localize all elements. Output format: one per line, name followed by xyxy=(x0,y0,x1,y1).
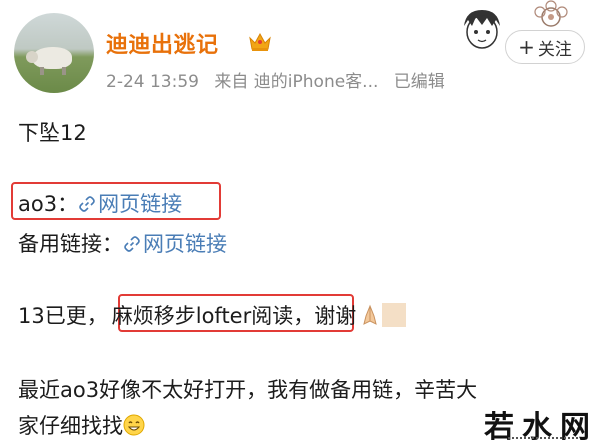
ao3-label: ao3： xyxy=(18,192,79,216)
smile-emoji xyxy=(123,414,145,436)
post-line-1: 下坠12 xyxy=(18,121,87,145)
thanks-text: ，谢谢 xyxy=(293,304,357,328)
crown-icon xyxy=(249,32,271,51)
edited-badge[interactable]: 已编辑 xyxy=(394,72,445,92)
backup-link-text: 网页链接 xyxy=(143,232,227,256)
update-text: 13已更， xyxy=(18,304,108,328)
plus-icon: + xyxy=(518,35,535,59)
post-line-ao3: ao3： 网页链接 xyxy=(18,188,182,218)
post-source[interactable]: 来自 迪的iPhone客... xyxy=(214,72,378,92)
backup-label: 备用链接： xyxy=(18,232,123,256)
watermark-underline xyxy=(508,437,578,443)
flower-decoration-icon xyxy=(534,0,568,27)
link-icon xyxy=(79,196,95,212)
sheep-head-shape xyxy=(26,51,38,63)
author-avatar[interactable] xyxy=(14,13,94,93)
post-time: 2-24 13:59 xyxy=(106,72,199,92)
backup-link[interactable]: 网页链接 xyxy=(123,232,227,256)
follow-button[interactable]: + 关注 xyxy=(505,30,585,64)
sheep-leg xyxy=(40,67,44,75)
post-line-5b: 家仔细找找 xyxy=(18,410,145,440)
post-line-backup: 备用链接： 网页链接 xyxy=(18,228,227,258)
sheep-shape xyxy=(32,47,72,69)
avatar-illustration xyxy=(464,10,500,49)
sheep-leg xyxy=(62,67,66,75)
lofter-notice: 麻烦移步lofter阅读 xyxy=(111,304,294,328)
follow-label: 关注 xyxy=(537,39,572,60)
post-line-update: 13已更， 麻烦移步lofter阅读，谢谢 xyxy=(18,300,407,330)
link-icon xyxy=(124,236,140,252)
author-name[interactable]: 迪迪出逃记 xyxy=(106,27,219,59)
post-line-5a: 最近ao3好像不太好打开，我有做备用链，辛苦大 xyxy=(18,378,478,402)
pray-emoji xyxy=(363,304,377,325)
ao3-link-text: 网页链接 xyxy=(98,192,183,216)
post-line-5b-text: 家仔细找找 xyxy=(18,414,123,438)
post-meta: 2-24 13:59 来自 迪的iPhone客... 已编辑 xyxy=(106,67,455,92)
ao3-link[interactable]: 网页链接 xyxy=(78,192,182,216)
skin-tone-swatch xyxy=(382,303,407,327)
